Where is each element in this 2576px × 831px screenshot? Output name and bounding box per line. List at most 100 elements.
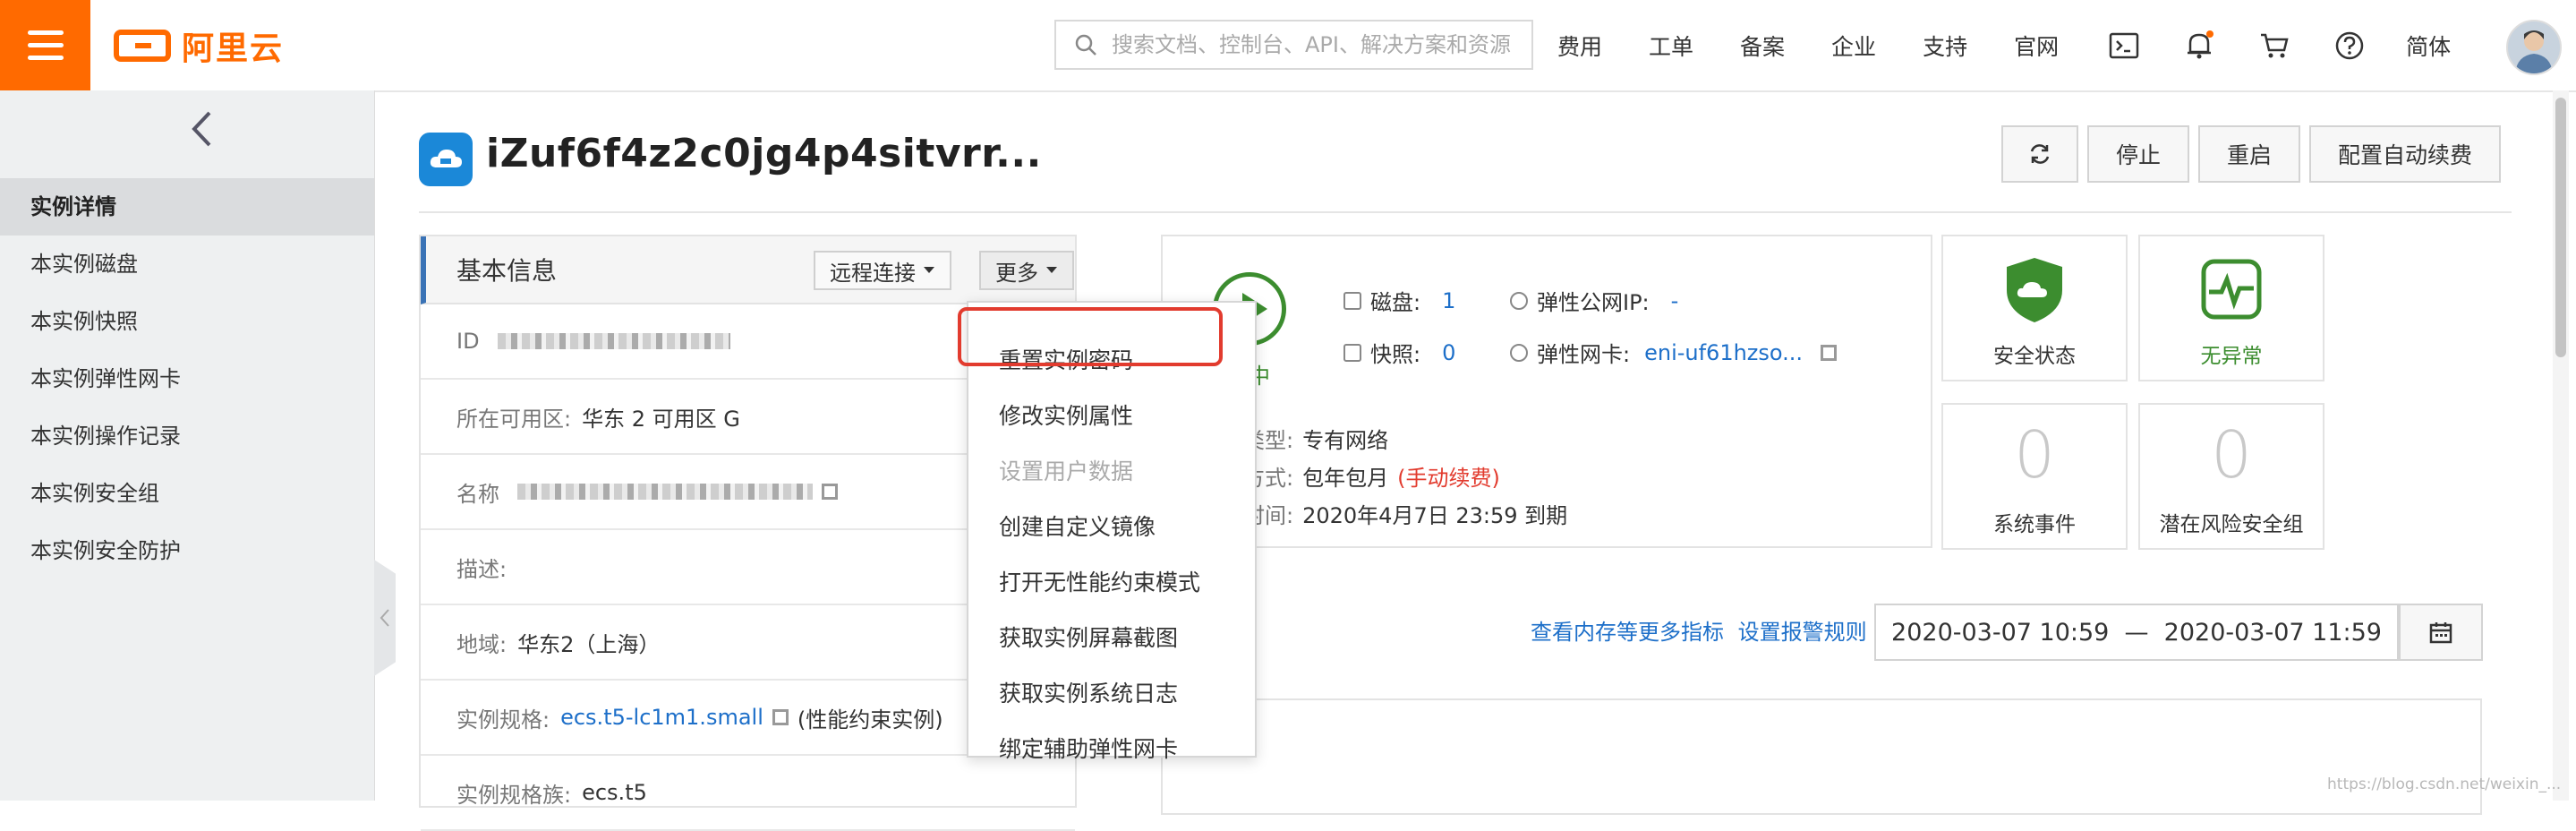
name-value-redacted <box>517 484 813 500</box>
security-status-tile[interactable]: 安全状态 <box>1941 235 2128 381</box>
region-value: 华东2（上海） <box>517 631 661 657</box>
scrollbar[interactable] <box>2553 90 2569 801</box>
eip-label: 弹性公网IP: <box>1537 290 1650 315</box>
eip-value: - <box>1670 287 1679 313</box>
scrollbar-thumb[interactable] <box>2555 98 2566 357</box>
risk-security-group-tile[interactable]: 0 潜在风险安全组 <box>2138 403 2324 550</box>
remote-connect-label: 远程连接 <box>830 260 916 286</box>
copy-icon[interactable] <box>772 709 789 725</box>
sidebar-item-security-protection[interactable]: 本实例安全防护 <box>0 522 374 579</box>
expire-value: 2020年4月7日 23:59 到期 <box>1302 503 1568 528</box>
sidebar-item-disks[interactable]: 本实例磁盘 <box>0 236 374 293</box>
more-button[interactable]: 更多 <box>979 251 1074 290</box>
menu-item-create-image[interactable]: 创建自定义镜像 <box>968 500 1255 555</box>
action-buttons: 停止 重启 配置自动续费 <box>2000 125 2501 183</box>
disk-label: 磁盘: <box>1370 290 1421 315</box>
monitor-links: 查看内存等更多指标 设置报警规则 <box>1531 614 1867 646</box>
avatar[interactable] <box>2506 20 2562 75</box>
system-events-count: 0 <box>2014 417 2055 493</box>
eip-row: 弹性公网IP: - <box>1510 285 1678 316</box>
nav-icp[interactable]: 备案 <box>1740 30 1785 62</box>
sidebar-toggle[interactable] <box>374 560 396 676</box>
refresh-button[interactable] <box>2000 125 2078 183</box>
edit-icon[interactable] <box>822 484 838 500</box>
auto-renew-button[interactable]: 配置自动续费 <box>2308 125 2501 183</box>
highlight-box <box>958 307 1223 366</box>
top-bar: 阿里云 费用 工单 备案 企业 支持 官网 简体 <box>0 0 2576 92</box>
refresh-icon <box>2030 144 2050 164</box>
snapshot-icon <box>1343 343 1361 362</box>
snapshot-row: 快照: 0 <box>1343 337 1455 368</box>
divider <box>419 211 2512 213</box>
language-switch[interactable]: 简体 <box>2406 30 2451 62</box>
chevron-left-icon[interactable] <box>179 107 224 151</box>
basic-info-header: 基本信息 远程连接 更多 <box>421 236 1075 304</box>
disk-icon <box>1343 291 1361 310</box>
name-label: 名称 <box>456 481 499 507</box>
sidebar-item-operation-log[interactable]: 本实例操作记录 <box>0 407 374 465</box>
eni-icon <box>1510 343 1528 362</box>
menu-item-system-log[interactable]: 获取实例系统日志 <box>968 666 1255 722</box>
nav-fees[interactable]: 费用 <box>1557 30 1602 62</box>
more-metrics-link[interactable]: 查看内存等更多指标 <box>1531 620 1724 645</box>
eni-row: 弹性网卡: eni-uf61hzso... <box>1510 337 1838 368</box>
eni-label: 弹性网卡: <box>1537 342 1631 367</box>
help-icon[interactable] <box>2331 27 2368 64</box>
menu-item-bind-eni[interactable]: 绑定辅助弹性网卡 <box>968 722 1255 777</box>
description-label: 描述: <box>456 556 508 582</box>
sidebar-item-instance-details[interactable]: 实例详情 <box>0 178 374 236</box>
anomaly-tile[interactable]: 无异常 <box>2138 235 2324 381</box>
aliyun-logo-icon <box>114 30 171 62</box>
caret-down-icon <box>1046 267 1057 273</box>
logo[interactable]: 阿里云 <box>114 27 284 67</box>
snapshot-count-link[interactable]: 0 <box>1442 340 1455 365</box>
nav-support[interactable]: 支持 <box>1923 30 1967 62</box>
risk-count: 0 <box>2211 417 2252 493</box>
nav-enterprise[interactable]: 企业 <box>1831 30 1876 62</box>
expire-row: 时间: 2020年4月7日 23:59 到期 <box>1243 498 1567 529</box>
calendar-button[interactable] <box>2399 604 2483 661</box>
more-label: 更多 <box>995 260 1038 286</box>
billing-row: 方式: 包年包月 (手动续费) <box>1243 460 1500 492</box>
nav-official-site[interactable]: 官网 <box>2014 30 2059 62</box>
eni-link[interactable]: eni-uf61hzso... <box>1644 340 1803 365</box>
family-label: 实例规格族: <box>456 782 572 808</box>
stop-button[interactable]: 停止 <box>2086 125 2189 183</box>
copy-icon[interactable] <box>1821 344 1838 361</box>
menu-item-modify-attributes[interactable]: 修改实例属性 <box>968 389 1255 444</box>
basic-info-title: 基本信息 <box>456 256 558 286</box>
terminal-icon[interactable] <box>2105 27 2143 64</box>
spec-link[interactable]: ecs.t5-lc1m1.small <box>560 705 763 730</box>
sidebar-item-eni[interactable]: 本实例弹性网卡 <box>0 350 374 407</box>
search-input[interactable] <box>1110 31 1525 58</box>
alarm-rule-link[interactable]: 设置报警规则 <box>1738 620 1867 645</box>
billing-value: 包年包月 <box>1302 466 1389 491</box>
id-value-redacted <box>497 333 730 349</box>
spec-note: (性能约束实例) <box>797 707 943 732</box>
sidebar-item-snapshots[interactable]: 本实例快照 <box>0 293 374 350</box>
more-dropdown-menu: 重置实例密码 修改实例属性 设置用户数据 创建自定义镜像 打开无性能约束模式 获… <box>967 301 1257 762</box>
bell-icon[interactable] <box>2180 27 2218 64</box>
menu-icon[interactable] <box>0 0 90 90</box>
search-box[interactable] <box>1054 20 1533 70</box>
nav-tickets[interactable]: 工单 <box>1649 30 1693 62</box>
remote-connect-button[interactable]: 远程连接 <box>814 251 951 290</box>
sidebar-menu: 实例详情 本实例磁盘 本实例快照 本实例弹性网卡 本实例操作记录 本实例安全组 … <box>0 178 374 579</box>
system-events-tile[interactable]: 0 系统事件 <box>1941 403 2128 550</box>
cart-icon[interactable] <box>2256 27 2293 64</box>
id-label: ID <box>456 329 480 354</box>
monitor-chart-area <box>1161 698 2482 815</box>
sidebar-item-security-group[interactable]: 本实例安全组 <box>0 465 374 522</box>
status-panel: 行中 磁盘: 1 快照: 0 弹性公网IP: - 弹性网卡: eni-uf61h… <box>1161 235 1932 548</box>
menu-item-user-data: 设置用户数据 <box>999 458 1134 484</box>
snapshot-label: 快照: <box>1370 342 1421 367</box>
restart-button[interactable]: 重启 <box>2197 125 2300 183</box>
watermark: https://blog.csdn.net/weixin_... <box>2327 775 2562 793</box>
calendar-icon <box>2429 622 2452 644</box>
disk-count-link[interactable]: 1 <box>1442 288 1455 313</box>
menu-item-unlimited-mode[interactable]: 打开无性能约束模式 <box>968 555 1255 611</box>
menu-item-screenshot[interactable]: 获取实例屏幕截图 <box>968 611 1255 666</box>
billing-note: (手动续费) <box>1397 466 1500 491</box>
date-range-input[interactable]: 2020-03-07 10:59 — 2020-03-07 11:59 <box>1874 604 2399 661</box>
page-title: iZuf6f4z2c0jg4p4sitvrr... <box>486 131 1042 176</box>
